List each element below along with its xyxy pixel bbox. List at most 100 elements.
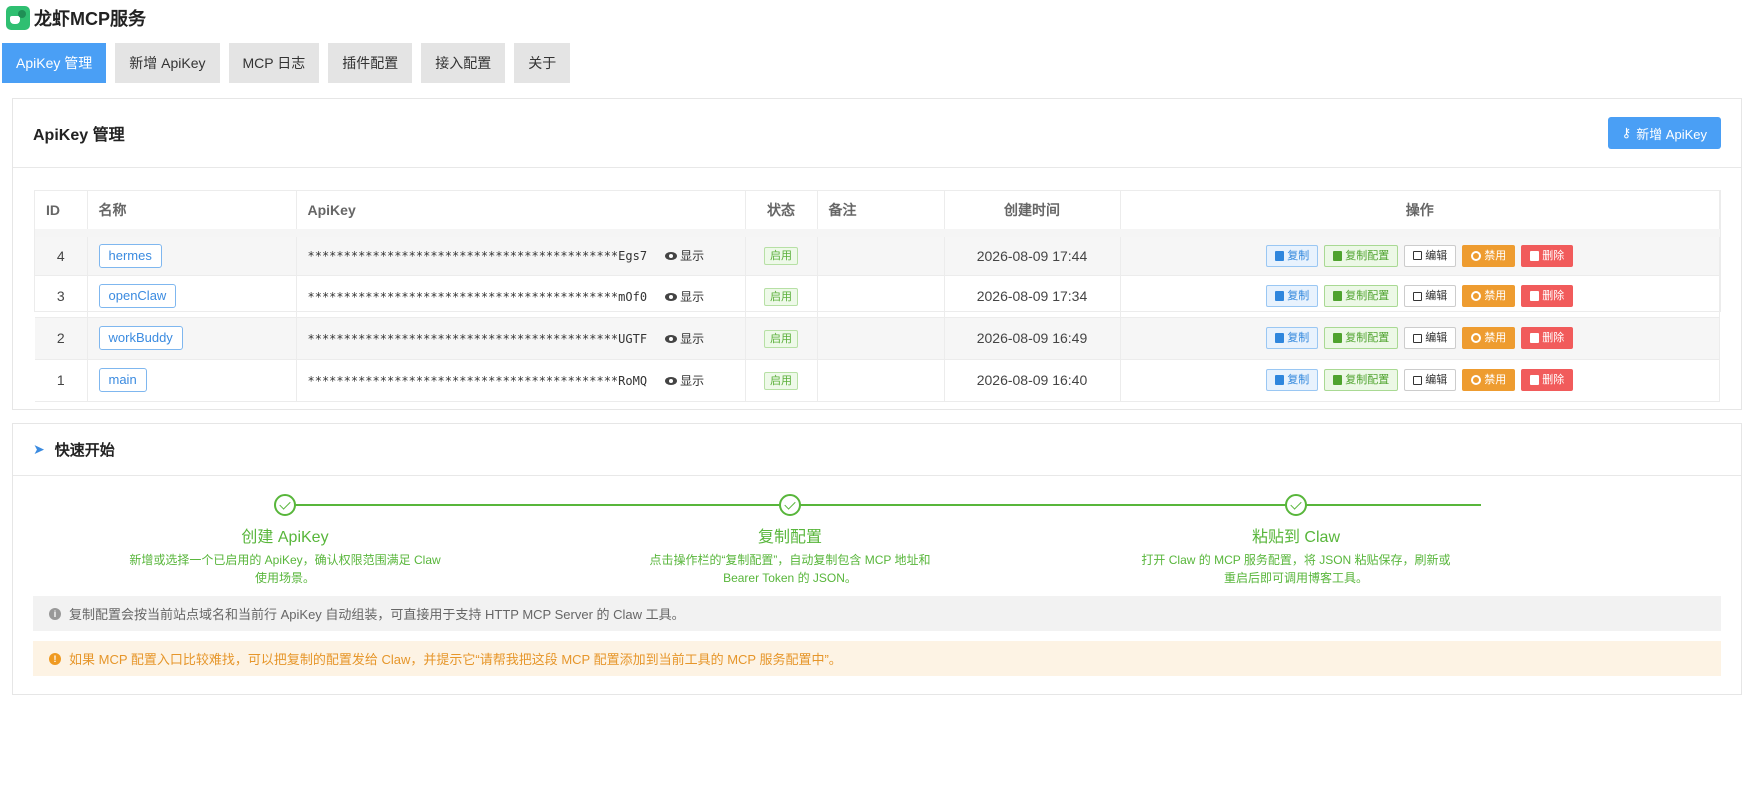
row-apikey-cell: ****************************************… (296, 359, 746, 402)
disable-button[interactable]: 禁用 (1462, 369, 1516, 391)
row-status-cell: 启用 (745, 233, 818, 276)
disable-button[interactable]: 禁用 (1462, 285, 1516, 307)
row-name-cell: workBuddy (87, 317, 297, 360)
apikey-table-body: 4 hermes *******************************… (35, 233, 1720, 402)
copy-icon (1275, 250, 1285, 261)
col-created: 创建时间 (944, 191, 1121, 237)
name-tag: openClaw (98, 284, 177, 308)
col-apikey: ApiKey (296, 191, 746, 237)
app-title: 龙虾MCP服务 (34, 9, 146, 29)
show-label: 显示 (680, 249, 705, 264)
row-created: 2026-08-09 17:44 (944, 233, 1121, 276)
file-icon (1333, 375, 1343, 385)
copy-config-label: 复制配置 (1345, 332, 1390, 344)
ban-icon (1471, 333, 1482, 343)
disable-button[interactable]: 禁用 (1462, 327, 1516, 349)
copy-label: 复制 (1287, 332, 1310, 344)
tab-access-config[interactable]: 接入配置 (421, 43, 506, 83)
edit-label: 编辑 (1425, 374, 1448, 386)
app-header: 龙虾MCP服务 (6, 6, 146, 30)
step-desc: 打开 Claw 的 MCP 服务配置，将 JSON 粘贴保存，刷新或重启后即可调… (1141, 553, 1451, 585)
row-created: 2026-08-09 17:34 (944, 275, 1121, 318)
row-created: 2026-08-09 16:49 (944, 317, 1121, 360)
copy-config-label: 复制配置 (1345, 290, 1390, 302)
disable-label: 禁用 (1484, 332, 1507, 344)
copy-config-button[interactable]: 复制配置 (1324, 369, 1399, 391)
tab-apikey-manage[interactable]: ApiKey 管理 (2, 43, 107, 83)
copy-button[interactable]: 复制 (1266, 369, 1319, 391)
main-tabs: ApiKey 管理 新增 ApiKey MCP 日志 插件配置 接入配置 关于 (2, 43, 579, 83)
table-row: 1 main *********************************… (35, 359, 1720, 402)
row-apikey-cell: ****************************************… (296, 317, 746, 360)
tab-add-apikey[interactable]: 新增 ApiKey (115, 43, 220, 83)
add-apikey-button[interactable]: ⚷ 新增 ApiKey (1607, 117, 1721, 149)
show-apikey-link[interactable]: 显示 (665, 374, 704, 388)
check-icon (274, 494, 296, 516)
show-apikey-link[interactable]: 显示 (665, 332, 704, 346)
copy-label: 复制 (1287, 249, 1310, 262)
row-id: 3 (35, 275, 88, 318)
row-remark (817, 233, 945, 276)
col-id: ID (35, 191, 88, 237)
copy-icon (1275, 375, 1285, 385)
copy-config-button[interactable]: 复制配置 (1324, 285, 1399, 307)
delete-button[interactable]: 删除 (1521, 244, 1574, 267)
status-badge: 启用 (764, 329, 798, 348)
delete-label: 删除 (1542, 332, 1565, 344)
delete-button[interactable]: 删除 (1521, 369, 1574, 391)
warning-note: ! 如果 MCP 配置入口比较难找，可以把复制的配置发给 Claw，并提示它“请… (33, 641, 1721, 676)
copy-button[interactable]: 复制 (1266, 285, 1319, 307)
status-badge: 启用 (764, 371, 798, 390)
copy-config-button[interactable]: 复制配置 (1324, 244, 1399, 267)
edit-label: 编辑 (1425, 332, 1448, 344)
col-status: 状态 (745, 191, 818, 237)
tab-mcp-log[interactable]: MCP 日志 (228, 43, 320, 83)
edit-button[interactable]: 编辑 (1404, 244, 1457, 267)
disable-label: 禁用 (1484, 249, 1507, 262)
show-apikey-link[interactable]: 显示 (665, 290, 704, 304)
info-icon: i (49, 607, 61, 620)
table-row: 2 workBuddy ****************************… (35, 317, 1720, 360)
ban-icon (1471, 250, 1482, 261)
row-apikey-cell: ****************************************… (296, 275, 746, 318)
apikey-value: ****************************************… (307, 289, 648, 304)
tab-plugin-config[interactable]: 插件配置 (328, 43, 413, 83)
row-apikey-cell: ****************************************… (296, 233, 746, 276)
row-actions: 复制 复制配置 编辑 禁用 删除 (1120, 317, 1720, 360)
edit-icon (1413, 291, 1423, 301)
delete-button[interactable]: 删除 (1521, 285, 1574, 307)
quickstart-steps: 创建 ApiKey 新增或选择一个已启用的 ApiKey，确认权限范围满足 Cl… (13, 494, 1741, 587)
eye-icon (665, 252, 678, 261)
file-icon (1333, 250, 1343, 261)
edit-button[interactable]: 编辑 (1404, 369, 1457, 391)
edit-button[interactable]: 编辑 (1404, 285, 1457, 307)
copy-button[interactable]: 复制 (1266, 244, 1319, 267)
tab-about[interactable]: 关于 (514, 43, 571, 83)
disable-button[interactable]: 禁用 (1462, 244, 1516, 267)
ban-icon (1471, 291, 1482, 301)
row-actions: 复制 复制配置 编辑 禁用 删除 (1120, 359, 1720, 402)
copy-config-label: 复制配置 (1345, 249, 1390, 262)
disable-label: 禁用 (1484, 374, 1507, 386)
edit-icon (1413, 333, 1423, 343)
delete-label: 删除 (1542, 374, 1565, 386)
copy-config-label: 复制配置 (1345, 374, 1390, 386)
delete-button[interactable]: 删除 (1521, 327, 1574, 349)
row-name-cell: main (87, 359, 297, 402)
show-apikey-link[interactable]: 显示 (665, 249, 704, 263)
copy-config-button[interactable]: 复制配置 (1324, 327, 1399, 349)
copy-button[interactable]: 复制 (1266, 327, 1319, 349)
delete-label: 删除 (1542, 249, 1565, 262)
apikey-card-title: ApiKey 管理 (33, 127, 125, 144)
step-desc: 新增或选择一个已启用的 ApiKey，确认权限范围满足 Claw 使用场景。 (129, 553, 441, 585)
step-2: 复制配置 点击操作栏的“复制配置”，自动复制包含 MCP 地址和 Bearer … (630, 494, 950, 587)
step-1: 创建 ApiKey 新增或选择一个已启用的 ApiKey，确认权限范围满足 Cl… (125, 494, 445, 587)
delete-label: 删除 (1542, 290, 1565, 302)
col-name: 名称 (87, 191, 297, 237)
trash-icon (1530, 375, 1540, 385)
status-badge: 启用 (764, 247, 798, 266)
ban-icon (1471, 375, 1482, 385)
edit-button[interactable]: 编辑 (1404, 327, 1457, 349)
status-badge: 启用 (764, 287, 798, 306)
row-id: 2 (35, 317, 88, 360)
